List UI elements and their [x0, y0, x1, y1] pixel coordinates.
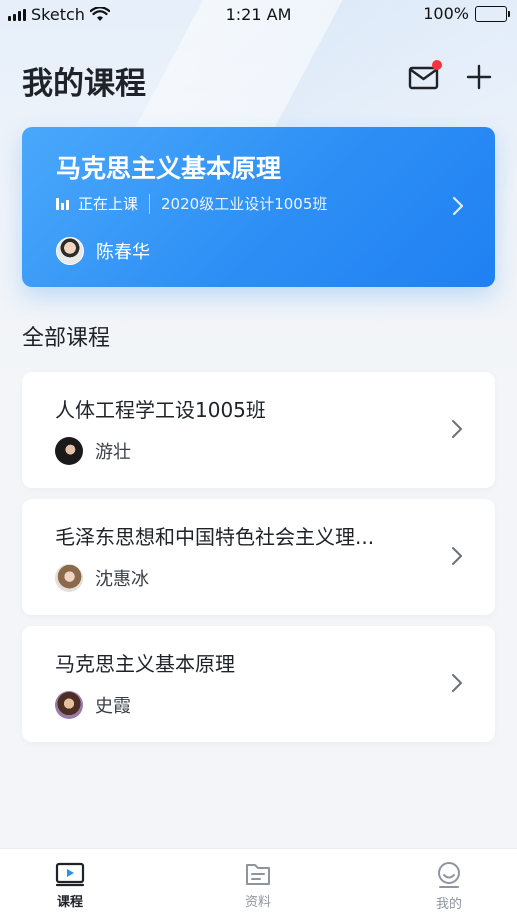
course-name: 毛泽东思想和中国特色社会主义理...: [55, 525, 375, 549]
chevron-right-icon: [452, 196, 464, 216]
chevron-right-icon: [452, 674, 462, 692]
tab-label: 资料: [244, 895, 271, 910]
course-name: 马克思主义基本原理: [55, 652, 235, 676]
tab-materials[interactable]: 资料: [213, 861, 303, 910]
featured-course-teacher: 陈春华: [56, 237, 150, 265]
chevron-right-icon: [452, 420, 462, 438]
avatar: [55, 437, 83, 465]
tab-courses[interactable]: 课程: [25, 861, 115, 910]
featured-course-status: 正在上课: [78, 195, 139, 213]
video-icon: [55, 862, 85, 887]
course-teacher: 游壮: [55, 437, 131, 465]
course-card[interactable]: 人体工程学工设1005班 游壮: [22, 372, 495, 488]
tab-profile[interactable]: 我的: [404, 861, 494, 912]
featured-course-meta: 正在上课 2020级工业设计1005班: [56, 193, 327, 214]
status-right: 100%: [423, 4, 510, 23]
course-teacher: 沈惠冰: [55, 564, 149, 592]
battery-percent: 100%: [423, 4, 469, 23]
teacher-name: 游壮: [95, 442, 131, 463]
course-card[interactable]: 毛泽东思想和中国特色社会主义理... 沈惠冰: [22, 499, 495, 615]
course-name: 人体工程学工设1005班: [55, 398, 266, 422]
folder-icon: [246, 864, 270, 885]
live-bars-icon: [56, 197, 69, 210]
chevron-right-icon: [452, 547, 462, 565]
plus-icon[interactable]: [466, 64, 492, 90]
featured-course-title: 马克思主义基本原理: [56, 154, 282, 183]
smiley-icon: [438, 862, 460, 888]
featured-course-card[interactable]: 马克思主义基本原理 正在上课 2020级工业设计1005班 陈春华: [22, 127, 495, 287]
meta-divider: [149, 193, 151, 214]
featured-teacher-name: 陈春华: [96, 242, 150, 263]
featured-course-class: 2020级工业设计1005班: [161, 195, 328, 213]
teacher-name: 史霞: [95, 696, 131, 717]
tab-label: 我的: [435, 897, 462, 912]
tab-label: 课程: [56, 895, 83, 910]
avatar: [55, 564, 83, 592]
page-title: 我的课程: [22, 66, 146, 102]
avatar: [55, 691, 83, 719]
teacher-name: 沈惠冰: [95, 569, 149, 590]
avatar: [56, 237, 84, 265]
section-title: 全部课程: [22, 326, 111, 351]
battery-icon: [475, 5, 510, 22]
course-card[interactable]: 马克思主义基本原理 史霞: [22, 626, 495, 742]
unread-badge: [432, 60, 442, 70]
course-teacher: 史霞: [55, 691, 131, 719]
status-bar: Sketch 1:21 AM 100%: [0, 0, 517, 30]
tab-bar: 课程 资料 我的: [0, 848, 517, 920]
